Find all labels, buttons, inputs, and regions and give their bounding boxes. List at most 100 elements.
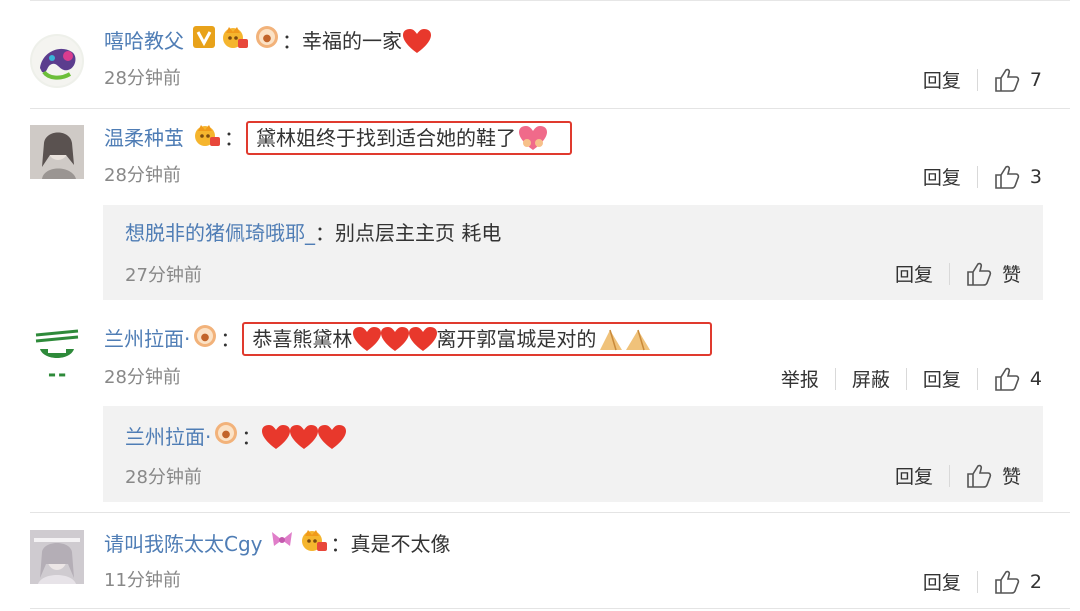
separator <box>948 464 950 487</box>
comment-actions: 回复 7 <box>923 66 1042 93</box>
reply-colon: ： <box>241 424 262 449</box>
author-name[interactable]: 兰州拉面· <box>104 325 190 353</box>
like-label: 赞 <box>1001 264 1021 286</box>
timestamp: 28分钟前 <box>104 68 181 89</box>
food-badge-icon[interactable]: ● <box>254 24 280 57</box>
timestamp: 28分钟前 <box>104 165 181 186</box>
author-name[interactable]: 温柔种茧 <box>104 124 184 152</box>
svg-text:●: ● <box>263 33 272 44</box>
heart-emoji-icon <box>317 424 347 450</box>
reply-text: ：别点层主主页 耗电 <box>315 221 502 245</box>
thumb-up-icon <box>995 68 1020 92</box>
like-button[interactable]: 2 <box>994 570 1042 594</box>
comment-colon: ： <box>220 327 241 351</box>
thumb-up-icon <box>995 165 1020 189</box>
comment-colon: ： <box>224 126 244 150</box>
author-name[interactable]: 请叫我陈太太Cgy <box>104 530 263 558</box>
comment-text: ：真是不太像 <box>330 531 451 556</box>
comment-text: 恭喜熊黛林 <box>252 327 353 351</box>
food-badge-icon[interactable]: ● <box>213 420 239 453</box>
heart-emoji-icon <box>261 424 291 450</box>
divider <box>30 108 1070 109</box>
thumb-up-icon <box>967 464 992 488</box>
svg-text:●: ● <box>201 332 210 343</box>
comment-header: 温柔种茧 ： 黛林姐终于找到适合她的鞋了 <box>104 121 572 155</box>
heart-emoji-icon <box>402 28 431 54</box>
separator <box>976 367 978 390</box>
highlight-box: 黛林姐终于找到适合她的鞋了 <box>246 121 572 155</box>
svg-text:▬ ▬: ▬ ▬ <box>48 370 66 379</box>
thumb-up-icon <box>995 570 1020 594</box>
top-divider <box>30 0 1070 1</box>
like-button[interactable]: 4 <box>994 367 1042 391</box>
svg-text:●: ● <box>222 429 231 440</box>
author-name[interactable]: 嘻哈教父 <box>104 27 184 55</box>
pink-heart-emoji-icon <box>518 125 547 151</box>
heart-emoji-icon <box>408 326 438 352</box>
food-badge-icon[interactable]: ● <box>192 323 218 356</box>
reply-container: 兰州拉面· ● ： 28分钟前 回复 赞 <box>103 406 1043 502</box>
comment-actions: 举报 屏蔽 回复 4 <box>781 365 1042 392</box>
like-label: 赞 <box>1001 466 1021 488</box>
bow-icon[interactable] <box>269 528 295 559</box>
avatar[interactable] <box>30 34 84 88</box>
divider <box>30 608 1070 609</box>
timestamp: 28分钟前 <box>125 467 202 488</box>
like-button[interactable]: 7 <box>994 68 1042 92</box>
highlight-box: 恭喜熊黛林 离开郭富城是对的 <box>242 322 713 356</box>
comment-header: 请叫我陈太太Cgy ：真是不太像 <box>104 527 451 560</box>
divider <box>30 512 1070 513</box>
reply-button[interactable]: 回复 <box>923 568 961 595</box>
thumb-up-icon <box>995 367 1020 391</box>
reply-actions: 回复 赞 <box>895 462 1021 489</box>
vip-v-icon[interactable] <box>192 25 216 56</box>
like-count: 4 <box>1029 367 1042 390</box>
reply-button[interactable]: 回复 <box>923 66 961 93</box>
heart-emoji-icon <box>289 424 319 450</box>
timestamp: 11分钟前 <box>104 570 181 591</box>
like-count: 3 <box>1029 165 1042 188</box>
reply-container: 想脱非的猪佩琦哦耶_ ：别点层主主页 耗电 27分钟前 回复 赞 <box>103 205 1043 300</box>
crown-badge-icon[interactable] <box>192 122 222 155</box>
separator <box>948 262 950 285</box>
block-button[interactable]: 屏蔽 <box>852 365 890 392</box>
like-button[interactable]: 赞 <box>966 260 1021 287</box>
reply-button[interactable]: 回复 <box>895 260 933 287</box>
heart-emoji-icon <box>380 326 410 352</box>
reply-button[interactable]: 回复 <box>895 462 933 489</box>
comment-header: 兰州拉面· ● ： 恭喜熊黛林 离开郭富城是对的 <box>104 322 713 356</box>
reply-actions: 回复 赞 <box>895 260 1021 287</box>
separator <box>905 367 907 390</box>
timestamp: 27分钟前 <box>125 265 202 286</box>
avatar[interactable] <box>30 530 84 584</box>
separator <box>976 68 978 91</box>
comment-actions: 回复 2 <box>923 568 1042 595</box>
crown-badge-icon[interactable] <box>299 527 329 560</box>
comment-text: ：幸福的一家 <box>282 28 402 53</box>
reply-author-name[interactable]: 兰州拉面· <box>125 423 211 451</box>
separator <box>976 165 978 188</box>
crown-badge-icon[interactable] <box>220 24 250 57</box>
heart-emoji-icon <box>352 326 382 352</box>
comment-text: 黛林姐终于找到适合她的鞋了 <box>256 126 516 150</box>
reply-button[interactable]: 回复 <box>923 365 961 392</box>
report-button[interactable]: 举报 <box>781 365 819 392</box>
reply-button[interactable]: 回复 <box>923 163 961 190</box>
like-button[interactable]: 3 <box>994 165 1042 189</box>
separator <box>976 570 978 593</box>
separator <box>834 367 836 390</box>
reply-author-name[interactable]: 想脱非的猪佩琦哦耶_ <box>125 219 315 247</box>
avatar[interactable]: ▬ ▬ <box>30 327 84 381</box>
like-button[interactable]: 赞 <box>966 462 1021 489</box>
clap-emoji-icon <box>596 326 656 352</box>
like-count: 7 <box>1029 68 1042 91</box>
thumb-up-icon <box>967 262 992 286</box>
comment-header: 嘻哈教父 ● ：幸福的一家 <box>104 24 431 57</box>
comment-text: 离开郭富城是对的 <box>436 327 597 351</box>
like-count: 2 <box>1029 570 1042 593</box>
reply-header: 兰州拉面· ● ： <box>125 420 347 453</box>
comment-actions: 回复 3 <box>923 163 1042 190</box>
avatar[interactable] <box>30 125 84 179</box>
reply-header: 想脱非的猪佩琦哦耶_ ：别点层主主页 耗电 <box>125 219 501 247</box>
timestamp: 28分钟前 <box>104 367 181 388</box>
